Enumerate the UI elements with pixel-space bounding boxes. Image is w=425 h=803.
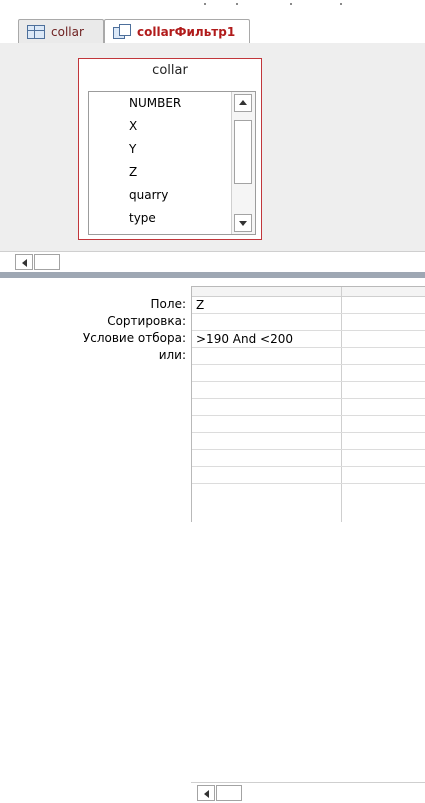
field-item[interactable]: quarry [89, 184, 231, 207]
grid-row-labels: Поле: Сортировка: Условие отбора: или: [0, 296, 190, 364]
field-cell-1[interactable]: Z [192, 297, 341, 313]
field-items: NUMBER X Y Z quarry type [89, 92, 231, 234]
sort-cell-2[interactable] [342, 314, 425, 330]
field-item[interactable]: NUMBER [89, 92, 231, 115]
row-label-field: Поле: [150, 297, 186, 311]
query-designer-pane: collar NUMBER X Y Z quarry type [0, 43, 425, 251]
criteria-cell-1[interactable]: >190 And <200 [192, 331, 341, 347]
top-strip [0, 0, 425, 8]
upper-horizontal-scrollbar[interactable] [0, 251, 425, 273]
query-icon [113, 23, 131, 40]
document-tabs: collar collarФильтр1 [0, 11, 425, 54]
table-field-list[interactable]: collar NUMBER X Y Z quarry type [78, 58, 262, 240]
scroll-up-icon[interactable] [234, 94, 252, 112]
scroll-thumb[interactable] [234, 120, 252, 184]
grid-row-empty [192, 399, 425, 416]
field-item[interactable]: type [89, 207, 231, 230]
field-listbox[interactable]: NUMBER X Y Z quarry type [88, 91, 256, 235]
field-item[interactable]: X [89, 115, 231, 138]
tab-label: collar [51, 24, 84, 39]
tab-label: collarФильтр1 [137, 24, 236, 39]
grid-rows: Z >190 And <200 [192, 297, 425, 484]
grid-row-sort [192, 314, 425, 331]
grid-row-empty [192, 416, 425, 433]
criteria-cell-2[interactable] [342, 331, 425, 347]
sort-cell-1[interactable] [192, 314, 341, 330]
row-label-criteria: Условие отбора: [82, 331, 186, 345]
scroll-down-icon[interactable] [234, 214, 252, 232]
field-item[interactable]: Z [89, 161, 231, 184]
field-list-vertical-scrollbar[interactable] [231, 92, 255, 234]
query-grid-pane: Поле: Сортировка: Условие отбора: или: Z… [0, 278, 425, 803]
grid-row-empty [192, 382, 425, 399]
column-selector-bar[interactable] [192, 287, 425, 297]
design-grid[interactable]: Z >190 And <200 [191, 286, 425, 522]
field-item[interactable]: Y [89, 138, 231, 161]
table-icon [27, 24, 45, 39]
grid-row-empty [192, 467, 425, 484]
scroll-left-icon[interactable] [15, 254, 33, 270]
field-cell-2[interactable] [342, 297, 425, 313]
table-title: collar [152, 63, 188, 78]
row-label-or: или: [158, 348, 186, 362]
or-cell-2[interactable] [342, 348, 425, 364]
grid-horizontal-scrollbar[interactable] [191, 782, 425, 803]
grid-row-field: Z [192, 297, 425, 314]
grid-row-empty [192, 365, 425, 382]
scroll-left-icon[interactable] [197, 785, 215, 801]
grid-row-empty [192, 450, 425, 467]
grid-row-empty [192, 433, 425, 450]
tab-collar-filter[interactable]: collarФильтр1 [104, 19, 250, 43]
tab-collar[interactable]: collar [18, 19, 104, 43]
or-cell-1[interactable] [192, 348, 341, 364]
scroll-thumb[interactable] [34, 254, 60, 270]
scroll-thumb[interactable] [216, 785, 242, 801]
grid-row-or [192, 348, 425, 365]
grid-row-criteria: >190 And <200 [192, 331, 425, 348]
row-label-sort: Сортировка: [107, 314, 186, 328]
